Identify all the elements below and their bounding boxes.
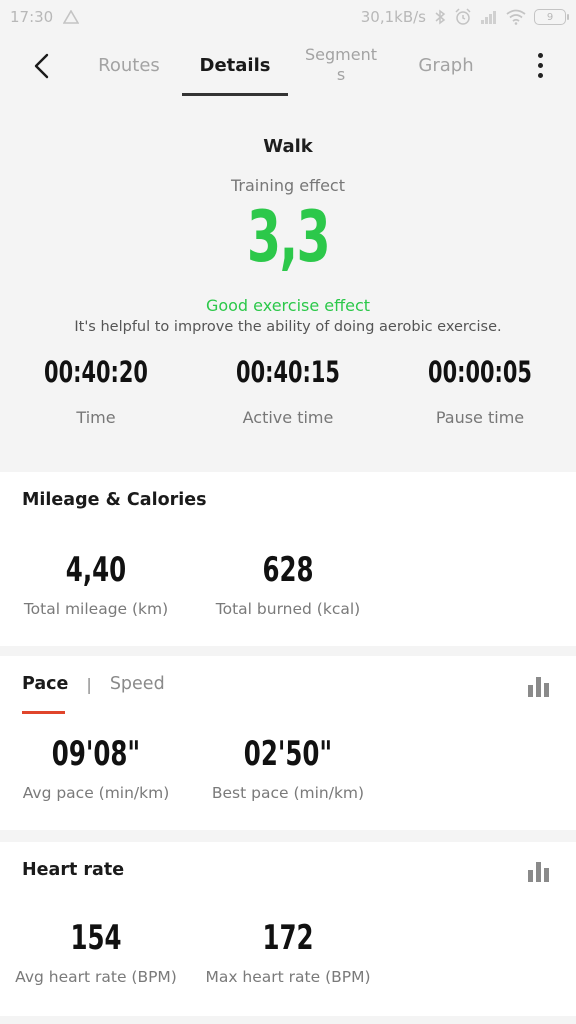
battery-level: 9 [546, 11, 554, 23]
workout-summary: Walk Training effect 3,3 Good exercise e… [0, 100, 576, 472]
max-heart-rate-stat: 172 Max heart rate (BPM) [198, 916, 378, 986]
status-bar: 17:30 30,1kB/s 9 [0, 0, 576, 34]
back-button[interactable] [26, 48, 56, 84]
mileage-calories-card: Mileage & Calories 4,40 Total mileage (k… [0, 472, 576, 646]
tab-routes[interactable]: Routes [88, 34, 170, 96]
bar-chart-icon [536, 862, 541, 882]
pace-tab-indicator [22, 711, 65, 714]
chevron-left-icon [34, 53, 49, 79]
max-heart-rate-value: 172 [262, 918, 314, 958]
best-pace-stat: 02'50" Best pace (min/km) [198, 732, 378, 802]
avg-pace-label: Avg pace (min/km) [22, 784, 170, 802]
time-value: 00:40:20 [44, 355, 148, 389]
heart-rate-title: Heart rate [22, 860, 125, 880]
active-tab-indicator [182, 93, 288, 96]
pause-time-value: 00:00:05 [428, 355, 532, 389]
active-time-label: Active time [242, 408, 334, 427]
tab-details[interactable]: Details [182, 34, 288, 96]
bar-chart-icon [544, 683, 549, 697]
bar-chart-icon [528, 870, 533, 882]
pace-speed-tabs: Pace | Speed [22, 674, 165, 694]
pause-time-label: Pause time [435, 408, 525, 427]
activity-type: Walk [263, 136, 313, 157]
status-right: 30,1kB/s 9 [360, 8, 569, 26]
pace-chart-button[interactable] [528, 677, 550, 697]
tab-graph[interactable]: Graph [404, 34, 488, 96]
status-net-speed: 30,1kB/s [360, 8, 426, 26]
avg-pace-stat: 09'08" Avg pace (min/km) [6, 732, 186, 802]
more-options-button[interactable] [530, 48, 550, 82]
effect-description: It's helpful to improve the ability of d… [74, 319, 502, 335]
pause-time-stat: 00:00:05 Pause time [384, 350, 576, 427]
training-effect-value: 3,3 [246, 196, 331, 278]
heart-rate-card: Heart rate 154 Avg heart rate (BPM) 172 … [0, 842, 576, 1016]
more-dot-icon [537, 62, 543, 68]
time-label: Time [76, 408, 116, 427]
avg-heart-rate-label: Avg heart rate (BPM) [15, 968, 177, 986]
more-dot-icon [537, 72, 543, 78]
bar-chart-icon [536, 677, 541, 697]
heart-rate-chart-button[interactable] [528, 862, 550, 882]
total-mileage-value: 4,40 [65, 550, 127, 590]
effect-title: Good exercise effect [205, 296, 371, 315]
top-nav: Routes Details Segments Graph [0, 34, 576, 100]
mileage-card-title: Mileage & Calories [22, 490, 207, 510]
alarm-icon [455, 8, 471, 25]
best-pace-value: 02'50" [243, 734, 333, 774]
best-pace-label: Best pace (min/km) [211, 784, 365, 802]
max-heart-rate-label: Max heart rate (BPM) [205, 968, 371, 986]
active-time-value: 00:40:15 [236, 355, 340, 389]
tab-separator: | [86, 674, 92, 694]
battery-icon: 9 [534, 9, 569, 25]
bluetooth-icon [435, 9, 446, 25]
wifi-icon [506, 9, 526, 25]
notification-triangle-icon [63, 10, 80, 24]
status-left: 17:30 [10, 8, 80, 26]
time-stat: 00:40:20 Time [0, 350, 192, 427]
total-burned-stat: 628 Total burned (kcal) [198, 548, 378, 618]
bar-chart-icon [544, 868, 549, 882]
total-mileage-label: Total mileage (km) [23, 600, 169, 618]
avg-heart-rate-value: 154 [70, 918, 122, 958]
time-stats: 00:40:20 Time 00:40:15 Active time 00:00… [0, 350, 576, 440]
pace-speed-card: Pace | Speed 09'08" Avg pace (min/km) 02… [0, 656, 576, 830]
avg-pace-value: 09'08" [51, 734, 141, 774]
training-effect-label: Training effect [231, 176, 345, 195]
signal-icon [481, 11, 496, 24]
status-time: 17:30 [10, 8, 54, 26]
tab-segments[interactable]: Segments [300, 34, 382, 96]
more-dot-icon [537, 52, 543, 58]
total-mileage-stat: 4,40 Total mileage (km) [6, 548, 186, 618]
avg-heart-rate-stat: 154 Avg heart rate (BPM) [6, 916, 186, 986]
total-burned-value: 628 [262, 550, 314, 590]
total-burned-label: Total burned (kcal) [215, 600, 361, 618]
bar-chart-icon [528, 685, 533, 697]
active-time-stat: 00:40:15 Active time [192, 350, 384, 427]
tab-pace[interactable]: Pace [22, 674, 68, 694]
tab-speed[interactable]: Speed [110, 674, 165, 694]
